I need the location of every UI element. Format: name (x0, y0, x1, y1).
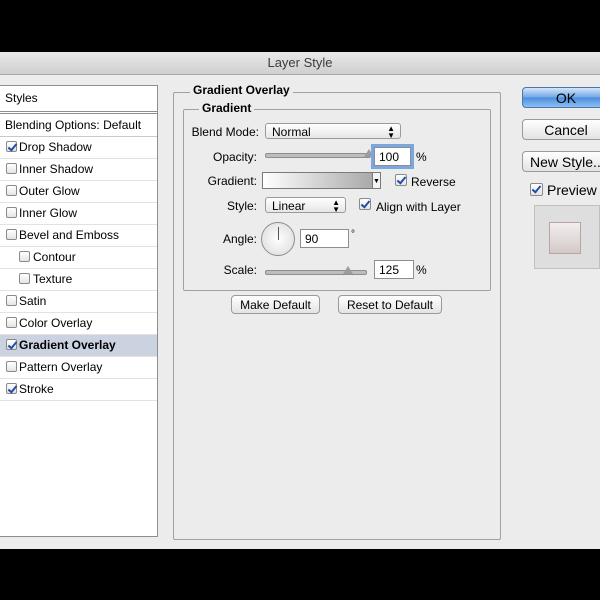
drop-shadow-checkbox[interactable] (6, 141, 17, 152)
style-item-label: Pattern Overlay (19, 360, 103, 374)
style-item-label: Outer Glow (19, 184, 80, 198)
satin-checkbox[interactable] (6, 295, 17, 306)
inner-shadow-checkbox[interactable] (6, 163, 17, 174)
preview-label: Preview (547, 182, 597, 198)
style-item-label: Contour (33, 250, 76, 264)
reverse-checkbox[interactable] (395, 174, 407, 186)
style-item-outer-glow[interactable]: Outer Glow (0, 181, 157, 203)
styles-header[interactable]: Styles (0, 86, 157, 114)
scale-input[interactable]: 125 (374, 260, 414, 279)
angle-dial[interactable] (261, 222, 295, 256)
align-with-layer-label: Align with Layer (376, 200, 461, 214)
style-item-pattern-overlay[interactable]: Pattern Overlay (0, 357, 157, 379)
style-item-gradient-overlay[interactable]: Gradient Overlay (0, 335, 157, 357)
style-item-inner-glow[interactable]: Inner Glow (0, 203, 157, 225)
cancel-button[interactable]: Cancel (522, 119, 600, 140)
texture-checkbox[interactable] (19, 273, 30, 284)
angle-label: Angle: (222, 232, 257, 246)
angle-unit: ° (351, 229, 355, 240)
gradient-label: Gradient: (207, 174, 257, 188)
style-item-label: Bevel and Emboss (19, 228, 120, 242)
style-item-label: Color Overlay (19, 316, 93, 330)
opacity-slider-track[interactable] (265, 153, 371, 158)
opacity-slider-thumb[interactable] (364, 149, 374, 157)
scale-label: Scale: (223, 263, 257, 277)
style-item-inner-shadow[interactable]: Inner Shadow (0, 159, 157, 181)
color-overlay-checkbox[interactable] (6, 317, 17, 328)
style-item-label: Satin (19, 294, 47, 308)
reset-to-default-button[interactable]: Reset to Default (338, 295, 442, 314)
style-label: Style: (226, 199, 257, 213)
style-item-label: Drop Shadow (19, 140, 92, 154)
gradient-dropdown-icon[interactable]: ▼ (373, 172, 381, 189)
opacity-input[interactable]: 100 (374, 147, 411, 166)
style-item-drop-shadow[interactable]: Drop Shadow (0, 137, 157, 159)
style-item-label: Stroke (19, 382, 54, 396)
gradient-overlay-checkbox[interactable] (6, 339, 17, 350)
scale-slider-thumb[interactable] (343, 266, 353, 274)
select-arrows-icon: ▲ ▼ (332, 198, 340, 214)
preview-swatch (549, 222, 581, 254)
pattern-overlay-checkbox[interactable] (6, 361, 17, 372)
gradient-picker[interactable] (262, 172, 373, 189)
contour-checkbox[interactable] (19, 251, 30, 262)
angle-input[interactable]: 90 (300, 229, 349, 248)
gradient-overlay-title: Gradient Overlay (190, 83, 293, 97)
blend-mode-label: Blend Mode: (191, 125, 259, 139)
outer-glow-checkbox[interactable] (6, 185, 17, 196)
style-item-label: Inner Shadow (19, 162, 94, 176)
style-item-label: Inner Glow (19, 206, 78, 220)
ok-button[interactable]: OK (522, 87, 600, 108)
style-item-color-overlay[interactable]: Color Overlay (0, 313, 157, 335)
blend-mode-value: Normal (272, 125, 311, 139)
style-item-label: Texture (33, 272, 73, 286)
blending-options-item[interactable]: Blending Options: Default (0, 114, 157, 137)
preview-checkbox[interactable] (530, 183, 543, 196)
styles-panel: Styles Blending Options: Default Drop Sh… (0, 85, 158, 537)
style-item-contour[interactable]: Contour (0, 247, 157, 269)
new-style-button[interactable]: New Style... (522, 151, 600, 172)
style-value: Linear (272, 199, 306, 213)
layer-style-dialog: Layer Style Styles Blending Options: Def… (0, 52, 600, 549)
inner-glow-checkbox[interactable] (6, 207, 17, 218)
style-item-stroke[interactable]: Stroke (0, 379, 157, 401)
gradient-group-title: Gradient (199, 101, 255, 115)
opacity-unit: % (416, 150, 427, 164)
style-item-satin[interactable]: Satin (0, 291, 157, 313)
style-item-label: Gradient Overlay (19, 338, 116, 352)
blend-mode-select[interactable]: Normal ▲ ▼ (265, 123, 401, 140)
reverse-label: Reverse (411, 175, 456, 189)
style-select[interactable]: Linear ▲ ▼ (265, 197, 346, 214)
style-item-texture[interactable]: Texture (0, 269, 157, 291)
bevel-emboss-checkbox[interactable] (6, 229, 17, 240)
select-arrows-icon: ▲ ▼ (387, 124, 395, 140)
stroke-checkbox[interactable] (6, 383, 17, 394)
window-title: Layer Style (0, 52, 600, 75)
make-default-button[interactable]: Make Default (231, 295, 320, 314)
scale-unit: % (416, 263, 427, 277)
align-with-layer-checkbox[interactable] (359, 198, 371, 210)
opacity-label: Opacity: (212, 150, 257, 164)
style-item-bevel-emboss[interactable]: Bevel and Emboss (0, 225, 157, 247)
